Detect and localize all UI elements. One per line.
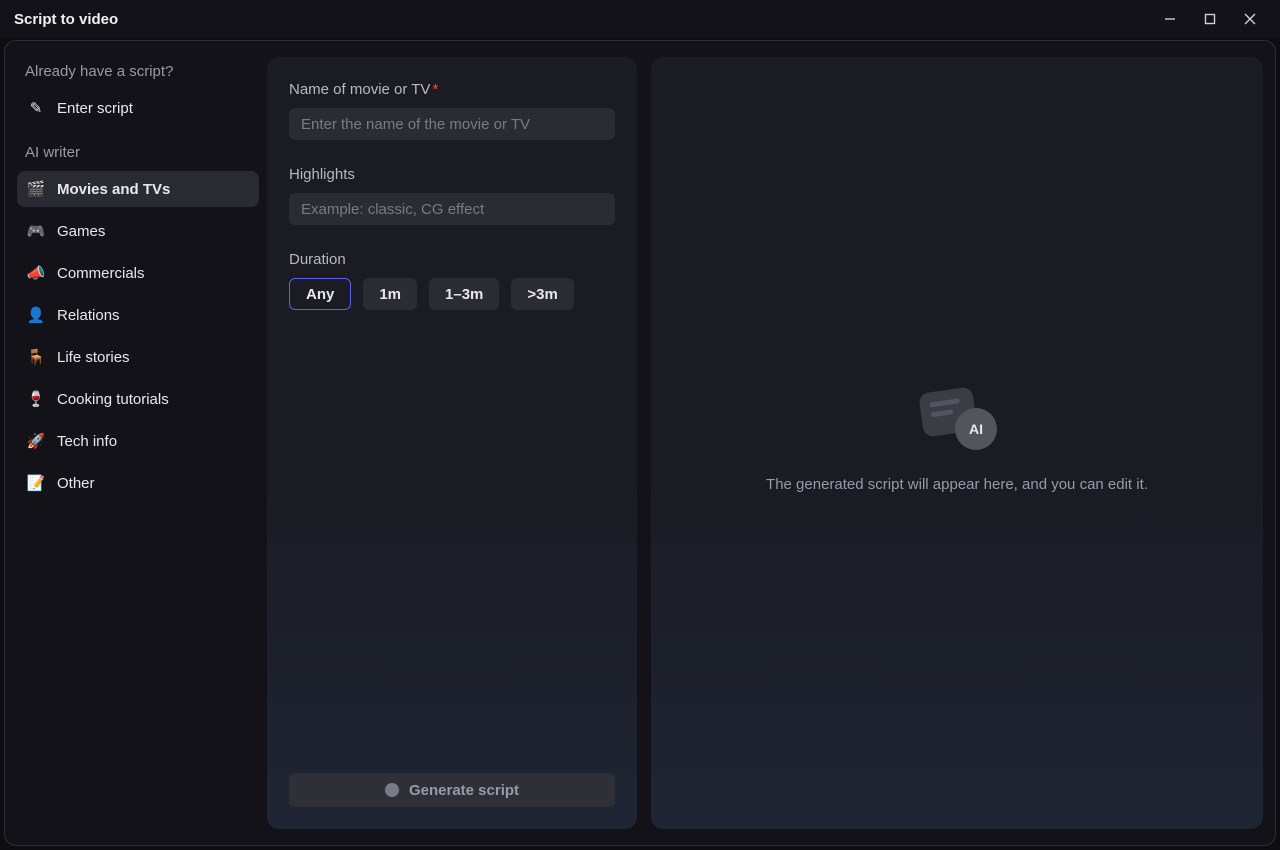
sidebar-heading-ai: AI writer [17,140,259,171]
life-icon: 🪑 [27,348,45,366]
pencil-icon: ✎ [27,99,45,117]
duration-option-3m[interactable]: >3m [511,278,573,310]
ai-badge-icon: AI [955,408,997,450]
sidebar-item-label: Relations [57,307,120,324]
field-name: Name of movie or TV* [289,81,615,140]
sidebar-item-commercials[interactable]: 📣 Commercials [17,255,259,291]
sidebar-item-label: Cooking tutorials [57,391,169,408]
sidebar-item-relations[interactable]: 👤 Relations [17,297,259,333]
spinner-icon [385,783,399,797]
output-empty-text: The generated script will appear here, a… [766,474,1148,496]
duration-options: Any 1m 1–3m >3m [289,278,615,310]
field-highlights: Highlights [289,166,615,225]
duration-label: Duration [289,251,615,268]
name-label: Name of movie or TV* [289,81,615,98]
sidebar-item-games[interactable]: 🎮 Games [17,213,259,249]
required-star-icon: * [432,81,438,98]
movies-icon: 🎬 [27,180,45,198]
sidebar-item-label: Games [57,223,105,240]
sidebar-item-movies[interactable]: 🎬 Movies and TVs [17,171,259,207]
games-icon: 🎮 [27,222,45,240]
sidebar-item-label: Life stories [57,349,130,366]
duration-option-any[interactable]: Any [289,278,351,310]
maximize-button[interactable] [1190,3,1230,35]
empty-state-icon: AI [917,390,997,450]
window-title: Script to video [14,11,118,28]
sidebar-heading-script: Already have a script? [17,59,259,90]
sidebar-item-label: Commercials [57,265,145,282]
sidebar-item-tech[interactable]: 🚀 Tech info [17,423,259,459]
close-button[interactable] [1230,3,1270,35]
app-body: Already have a script? ✎ Enter script AI… [4,40,1276,846]
sidebar-item-cooking[interactable]: 🍷 Cooking tutorials [17,381,259,417]
sidebar: Already have a script? ✎ Enter script AI… [5,41,267,845]
field-duration: Duration Any 1m 1–3m >3m [289,251,615,310]
other-icon: 📝 [27,474,45,492]
tech-icon: 🚀 [27,432,45,450]
highlights-label: Highlights [289,166,615,183]
highlights-input[interactable] [289,193,615,225]
relations-icon: 👤 [27,306,45,324]
sidebar-item-label: Movies and TVs [57,181,170,198]
form-panel: Name of movie or TV* Highlights Duration… [267,57,637,829]
generate-script-button[interactable]: Generate script [289,773,615,807]
sidebar-item-other[interactable]: 📝 Other [17,465,259,501]
commercials-icon: 📣 [27,264,45,282]
generate-label: Generate script [409,782,519,799]
sidebar-item-label: Enter script [57,100,133,117]
minimize-button[interactable] [1150,3,1190,35]
duration-option-1m[interactable]: 1m [363,278,417,310]
titlebar: Script to video [0,0,1280,38]
sidebar-item-label: Other [57,475,95,492]
sidebar-item-life[interactable]: 🪑 Life stories [17,339,259,375]
cooking-icon: 🍷 [27,390,45,408]
main-panels: Name of movie or TV* Highlights Duration… [267,41,1275,845]
duration-option-13m[interactable]: 1–3m [429,278,499,310]
sidebar-item-label: Tech info [57,433,117,450]
sidebar-item-enter-script[interactable]: ✎ Enter script [17,90,259,126]
name-input[interactable] [289,108,615,140]
output-panel: AI The generated script will appear here… [651,57,1263,829]
